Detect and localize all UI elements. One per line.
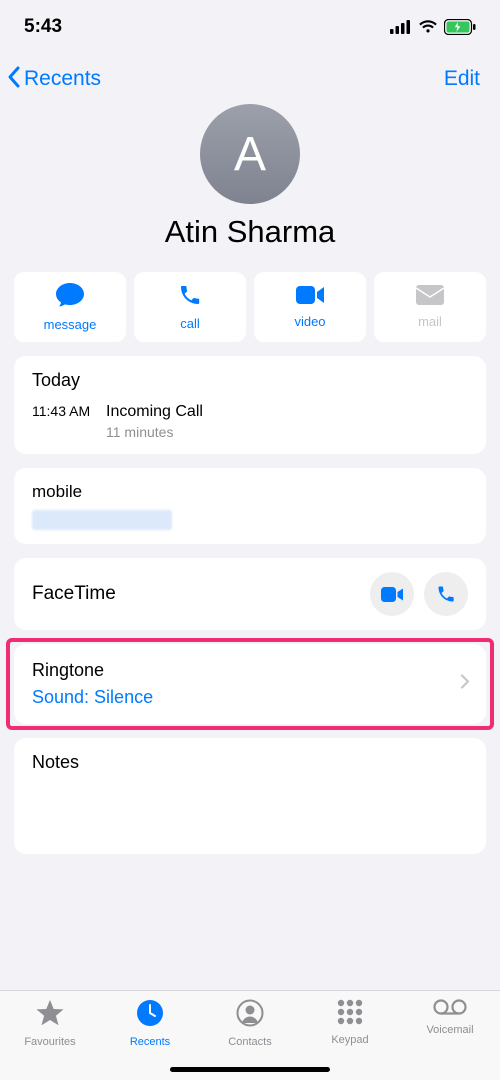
ringtone-label: Ringtone [32, 660, 468, 681]
video-button[interactable]: video [254, 272, 366, 342]
chevron-right-icon [460, 673, 470, 696]
star-icon [35, 999, 65, 1032]
message-icon [55, 282, 85, 313]
message-button[interactable]: message [14, 272, 126, 342]
phone-icon [178, 283, 202, 312]
phone-label: mobile [32, 482, 468, 502]
notes-label: Notes [32, 752, 468, 773]
call-type: Incoming Call [106, 403, 203, 421]
mail-icon [416, 285, 444, 310]
tab-label: Favourites [24, 1036, 75, 1048]
tab-label: Contacts [228, 1036, 271, 1048]
video-icon [381, 587, 403, 602]
cellular-icon [390, 20, 412, 34]
tab-label: Recents [130, 1036, 170, 1048]
avatar-initial: A [234, 127, 266, 182]
wifi-icon [418, 20, 438, 34]
call-label: call [180, 316, 200, 331]
status-time: 5:43 [24, 16, 62, 38]
video-label: video [294, 314, 325, 329]
call-log-entry: 11:43 AM Incoming Call 11 minutes [32, 403, 468, 440]
battery-charging-icon [444, 19, 476, 35]
status-icons [390, 19, 476, 35]
ringtone-row[interactable]: Ringtone Sound: Silence [14, 644, 486, 724]
action-row: message call video mail [0, 250, 500, 356]
call-time: 11:43 AM [32, 403, 94, 419]
facetime-card: FaceTime [14, 558, 486, 630]
nav-bar: Recents Edit [0, 54, 500, 104]
tab-favourites[interactable]: Favourites [0, 999, 100, 1080]
call-duration: 11 minutes [106, 424, 203, 440]
facetime-label: FaceTime [32, 583, 116, 605]
back-button[interactable]: Recents [6, 65, 101, 94]
message-label: message [44, 317, 97, 332]
facetime-video-button[interactable] [370, 572, 414, 616]
video-icon [296, 285, 324, 310]
facetime-audio-button[interactable] [424, 572, 468, 616]
call-log-card: Today 11:43 AM Incoming Call 11 minutes [14, 356, 486, 454]
tab-label: Voicemail [426, 1024, 473, 1036]
status-bar: 5:43 [0, 0, 500, 54]
keypad-icon [337, 999, 363, 1030]
notes-card[interactable]: Notes [14, 738, 486, 854]
call-button[interactable]: call [134, 272, 246, 342]
ringtone-value: Sound: Silence [32, 687, 468, 708]
tab-voicemail[interactable]: Voicemail [400, 999, 500, 1080]
tab-label: Keypad [331, 1034, 368, 1046]
call-log-heading: Today [32, 370, 468, 391]
home-indicator [170, 1067, 330, 1072]
contact-name: Atin Sharma [165, 214, 336, 250]
phone-number-redacted [32, 510, 172, 530]
clock-icon [136, 999, 164, 1032]
person-icon [236, 999, 264, 1032]
contact-header: A Atin Sharma [0, 104, 500, 250]
mail-label: mail [418, 314, 442, 329]
chevron-left-icon [6, 65, 22, 94]
phone-number-card[interactable]: mobile [14, 468, 486, 544]
phone-icon [436, 584, 456, 604]
edit-button[interactable]: Edit [444, 67, 490, 91]
voicemail-icon [433, 999, 467, 1020]
mail-button: mail [374, 272, 486, 342]
avatar[interactable]: A [200, 104, 300, 204]
back-label: Recents [24, 67, 101, 91]
